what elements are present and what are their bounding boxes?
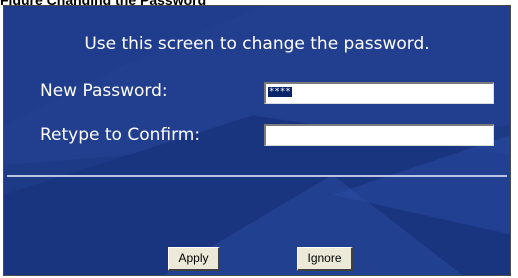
ignore-button[interactable]: Ignore (297, 247, 353, 271)
divider (7, 175, 507, 177)
new-password-value: **** (268, 87, 292, 97)
retype-password-label: Retype to Confirm: (40, 125, 201, 145)
password-panel: Use this screen to change the password. … (3, 5, 511, 276)
new-password-label: New Password: (40, 81, 168, 101)
page: Figure Changing the Password Use this sc… (0, 0, 518, 278)
page-heading: Use this screen to change the password. (84, 34, 430, 54)
retype-password-input[interactable] (264, 124, 494, 146)
new-password-input[interactable]: **** (264, 82, 494, 104)
apply-button[interactable]: Apply (168, 247, 220, 271)
